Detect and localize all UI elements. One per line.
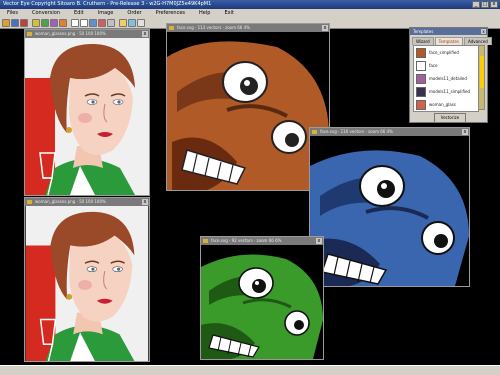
close-file-icon[interactable] xyxy=(20,19,28,27)
tab-advanced[interactable]: Advanced xyxy=(464,37,492,45)
face-blue-image xyxy=(310,136,469,286)
close-button[interactable]: x xyxy=(490,1,498,8)
panel-title: Templates x xyxy=(410,28,487,35)
color-icon[interactable] xyxy=(50,19,58,27)
template-icon[interactable] xyxy=(41,19,49,27)
face-orange-image xyxy=(167,32,329,190)
panel-tabs: Wizard Templates Advanced xyxy=(410,35,492,45)
thumbnail-icon xyxy=(416,47,426,58)
fit-icon[interactable] xyxy=(89,19,97,27)
list-item[interactable]: woman_glass xyxy=(414,98,478,111)
palette-icon[interactable] xyxy=(59,19,67,27)
zoom-out-icon[interactable] xyxy=(80,19,88,27)
preview-icon[interactable] xyxy=(128,19,136,27)
window-title[interactable]: face.svg · 92 vectors · zoom 66 6% x xyxy=(201,237,323,245)
window-title[interactable]: woman_glasses.png · 50 100 100% x xyxy=(25,30,149,38)
image-window-woman-bottom[interactable]: woman_glasses.png · 50 100 100% x xyxy=(24,197,150,362)
menu-bar: Files Conversion Edit Image Order Prefer… xyxy=(0,9,500,18)
woman-portrait-image xyxy=(25,38,149,195)
export-icon[interactable] xyxy=(119,19,127,27)
status-bar xyxy=(0,365,500,375)
vectorize-icon[interactable] xyxy=(32,19,40,27)
list-item[interactable]: models11_simplified xyxy=(414,85,478,98)
menu-preferences[interactable]: Preferences xyxy=(149,9,192,18)
zoom-in-icon[interactable] xyxy=(71,19,79,27)
face-green-image xyxy=(201,245,323,359)
thumbnail-icon xyxy=(416,73,426,84)
window-title[interactable]: woman_glasses.png · 50 100 100% x xyxy=(25,198,149,206)
thumbnail-icon xyxy=(416,99,426,110)
image-window-face-blue[interactable]: face.svg · 116 vectors · zoom 66 4% x xyxy=(309,127,470,287)
image-window-face-green[interactable]: face.svg · 92 vectors · zoom 66 6% x xyxy=(200,236,324,360)
save-icon[interactable] xyxy=(11,19,19,27)
window-title[interactable]: face.svg · 113 vectors · zoom 66 4% x xyxy=(167,24,329,32)
window-title[interactable]: face.svg · 116 vectors · zoom 66 4% x xyxy=(310,128,469,136)
menu-files[interactable]: Files xyxy=(0,9,25,18)
templates-panel: Templates x Wizard Templates Advanced fac… xyxy=(409,27,492,123)
list-item[interactable]: face_simplified xyxy=(414,46,478,59)
menu-edit[interactable]: Edit xyxy=(67,9,91,18)
minimize-button[interactable]: _ xyxy=(472,1,480,8)
menu-exit[interactable]: Exit xyxy=(217,9,240,18)
app-title: Vector Eye Copyright Sitoaro B. Cruthern… xyxy=(3,1,212,7)
menu-help[interactable]: Help xyxy=(192,9,217,18)
stop-icon[interactable] xyxy=(98,19,106,27)
maximize-button[interactable]: □ xyxy=(481,1,489,8)
menu-conversion[interactable]: Conversion xyxy=(25,9,67,18)
settings-icon[interactable] xyxy=(107,19,115,27)
tab-templates[interactable]: Templates xyxy=(434,37,463,45)
list-item[interactable]: models11_detailed xyxy=(414,72,478,85)
image-window-face-orange[interactable]: face.svg · 113 vectors · zoom 66 4% x xyxy=(166,23,330,191)
list-item[interactable]: face xyxy=(414,59,478,72)
help-icon[interactable] xyxy=(137,19,145,27)
image-window-woman-top[interactable]: woman_glasses.png · 50 100 100% x xyxy=(24,29,150,196)
open-icon[interactable] xyxy=(2,19,10,27)
app-titlebar: Vector Eye Copyright Sitoaro B. Cruthern… xyxy=(0,0,500,9)
scrollbar-thumb[interactable] xyxy=(480,56,484,88)
template-scrollbar[interactable] xyxy=(478,45,485,110)
menu-image[interactable]: Image xyxy=(91,9,121,18)
tab-wizard[interactable]: Wizard xyxy=(412,37,434,45)
menu-order[interactable]: Order xyxy=(120,9,148,18)
vectorize-button[interactable]: Vectorize xyxy=(434,113,466,123)
window-controls: _ □ x xyxy=(472,1,498,8)
thumbnail-icon xyxy=(416,86,426,97)
woman-portrait-vector xyxy=(25,206,149,361)
thumbnail-icon xyxy=(416,60,426,71)
template-list: face_simplified face models11_detailed m… xyxy=(413,45,479,112)
